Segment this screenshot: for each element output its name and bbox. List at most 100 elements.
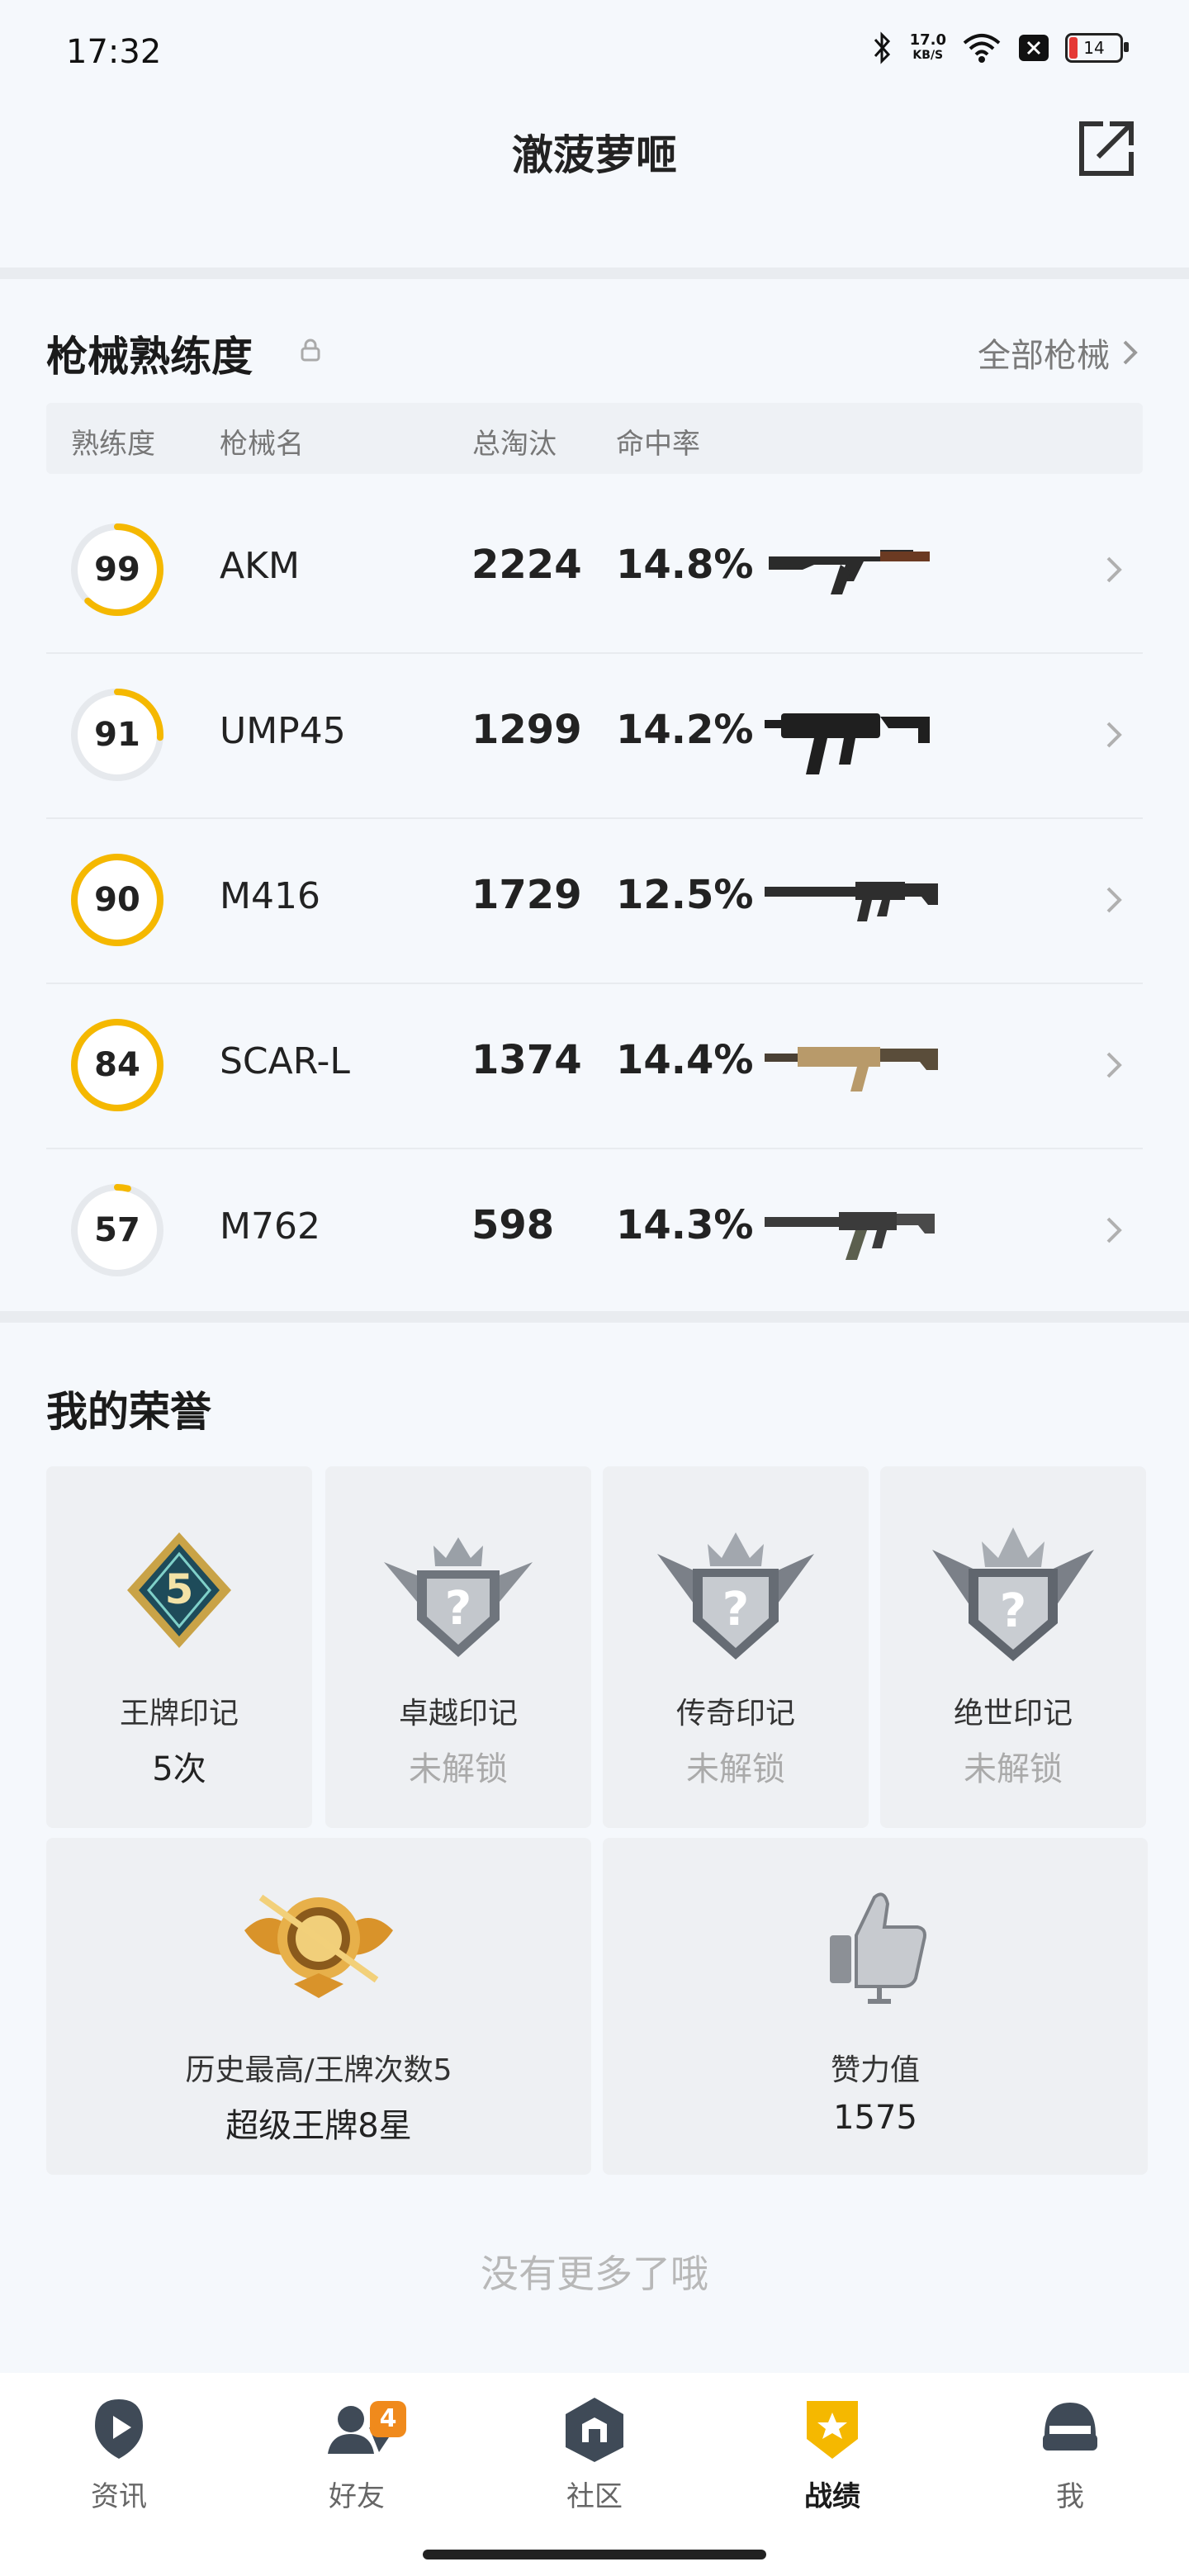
no-more-text: 没有更多了哦 [481, 2252, 708, 2296]
notification-x-icon [1019, 35, 1049, 61]
community-icon [566, 2398, 623, 2462]
m416-gun-icon [765, 882, 938, 921]
nav-item-news[interactable]: 资讯 [0, 2391, 238, 2514]
status-time: 17:32 [66, 33, 162, 71]
honor-card-highest-tier[interactable]: 历史最高/王牌次数5 超级王牌8星 [46, 1838, 591, 2175]
chevron-right-icon [1106, 887, 1122, 913]
gun-row[interactable]: 84 SCAR-L 1374 14.4% [46, 983, 1143, 1149]
wifi-icon [963, 34, 1001, 63]
honor-label: 王牌印记 [119, 1697, 239, 1731]
gun-table-header [46, 403, 1143, 474]
m762-gun-icon [765, 1212, 935, 1260]
friends-count-badge: 4 [370, 2401, 406, 2437]
chevron-right-icon [1106, 1217, 1122, 1243]
scarl-gun-icon [765, 1047, 938, 1091]
nav-item-record[interactable]: 战绩 [713, 2391, 951, 2514]
honor-value: 5次 [152, 1750, 206, 1788]
gun-accuracy: 14.2% [616, 707, 754, 753]
proficiency-level: 84 [94, 1046, 140, 1084]
gun-name: AKM [220, 545, 300, 587]
nav-label: 战绩 [804, 2480, 860, 2513]
gun-name: M416 [220, 875, 320, 917]
gun-name: UMP45 [220, 710, 346, 752]
gun-accuracy: 14.8% [616, 542, 754, 588]
gun-row[interactable]: 57 M762 598 14.3% [46, 1148, 1143, 1314]
network-speed-unit: KB/S [912, 49, 944, 62]
chevron-right-icon [1106, 1052, 1122, 1078]
honor-value: 超级王牌8星 [225, 2107, 412, 2145]
section-divider [0, 1311, 1189, 1323]
column-header-kills: 总淘汰 [472, 428, 557, 461]
chevron-right-icon [1106, 722, 1122, 748]
nav-label: 好友 [329, 2480, 385, 2513]
honor-value: 1575 [833, 2099, 917, 2137]
badge-question-mark: ? [445, 1582, 471, 1636]
honor-label: 赞力值 [830, 2053, 920, 2087]
honor-value: 未解锁 [964, 1750, 1063, 1788]
honor-section-title: 我的荣誉 [46, 1388, 211, 1436]
nav-label: 我 [1056, 2480, 1084, 2513]
gun-name: SCAR-L [220, 1040, 350, 1082]
proficiency-level: 90 [94, 881, 140, 919]
badge-question-mark: ? [1000, 1584, 1026, 1638]
gun-section-title: 枪械熟练度 [46, 333, 253, 381]
honor-value: 未解锁 [686, 1750, 785, 1788]
share-icon[interactable] [1073, 116, 1139, 182]
all-guns-link[interactable]: 全部枪械 [978, 329, 1139, 376]
ace-badge-icon: 5 [127, 1532, 231, 1648]
page-title: 澈菠萝咂 [512, 131, 677, 179]
network-speed-value: 17.0 [909, 31, 946, 49]
proficiency-level: 57 [94, 1211, 140, 1249]
section-divider [0, 268, 1189, 279]
locked-badge-icon: ? [384, 1537, 533, 1657]
nav-item-profile[interactable]: 我 [951, 2391, 1189, 2514]
honor-card-likes[interactable]: 赞力值 1575 [603, 1838, 1148, 2175]
honor-card-legend[interactable]: ? 传奇印记 未解锁 [603, 1466, 869, 1828]
honor-label: 传奇印记 [675, 1697, 795, 1731]
gun-kills: 1374 [471, 1037, 582, 1083]
gun-kills: 1299 [471, 707, 582, 753]
chevron-right-icon [1106, 556, 1122, 583]
ace-badge-number: 5 [165, 1565, 194, 1613]
status-icons: 17.0 KB/S 14 [870, 31, 1129, 64]
honor-card-excellent[interactable]: ? 卓越印记 未解锁 [325, 1466, 591, 1828]
honor-label: 历史最高/王牌次数5 [185, 2053, 452, 2087]
gun-accuracy: 14.4% [616, 1037, 754, 1083]
news-icon [95, 2399, 143, 2459]
honor-value: 未解锁 [409, 1750, 508, 1788]
proficiency-level: 91 [94, 716, 140, 754]
nav-item-community[interactable]: 社区 [476, 2391, 713, 2514]
gun-row[interactable]: 91 UMP45 1299 14.2% [46, 652, 1143, 819]
bluetooth-icon [874, 31, 890, 64]
nav-label: 社区 [566, 2480, 623, 2513]
home-indicator[interactable] [423, 2550, 766, 2559]
all-guns-label: 全部枪械 [978, 337, 1110, 375]
lock-icon [301, 339, 320, 362]
column-header-level: 熟练度 [71, 428, 155, 461]
gun-row[interactable]: 99 AKM 2224 14.8% [46, 487, 1143, 654]
akm-gun-icon [769, 550, 930, 594]
honor-label: 卓越印记 [398, 1697, 518, 1731]
column-header-accuracy: 命中率 [616, 428, 700, 461]
gun-accuracy: 12.5% [616, 872, 754, 918]
bottom-nav: 资讯 4 好友 社区 战绩 我 [0, 2373, 1189, 2576]
gun-kills: 2224 [471, 542, 582, 588]
ump45-gun-icon [765, 713, 930, 774]
chevron-right-icon [1123, 340, 1138, 365]
gun-kills: 598 [471, 1202, 555, 1248]
battery-level: 14 [1083, 38, 1105, 58]
honor-card-ace[interactable]: 5 王牌印记 5次 [46, 1466, 312, 1828]
gun-row[interactable]: 90 M416 1729 12.5% [46, 817, 1143, 984]
ace-tier-emblem-icon [244, 1894, 393, 1998]
profile-icon [1043, 2403, 1097, 2451]
battery-icon: 14 [1065, 33, 1129, 63]
column-header-name: 枪械名 [220, 428, 304, 461]
nav-item-friends[interactable]: 4 好友 [238, 2391, 476, 2514]
honor-card-peerless[interactable]: ? 绝世印记 未解锁 [880, 1466, 1146, 1828]
gun-kills: 1729 [471, 872, 582, 918]
badge-question-mark: ? [722, 1583, 749, 1636]
network-speed: 17.0 KB/S [910, 33, 946, 63]
honor-label: 绝世印记 [953, 1697, 1073, 1731]
thumbs-up-icon [830, 1892, 926, 2004]
gun-accuracy: 14.3% [616, 1202, 754, 1248]
